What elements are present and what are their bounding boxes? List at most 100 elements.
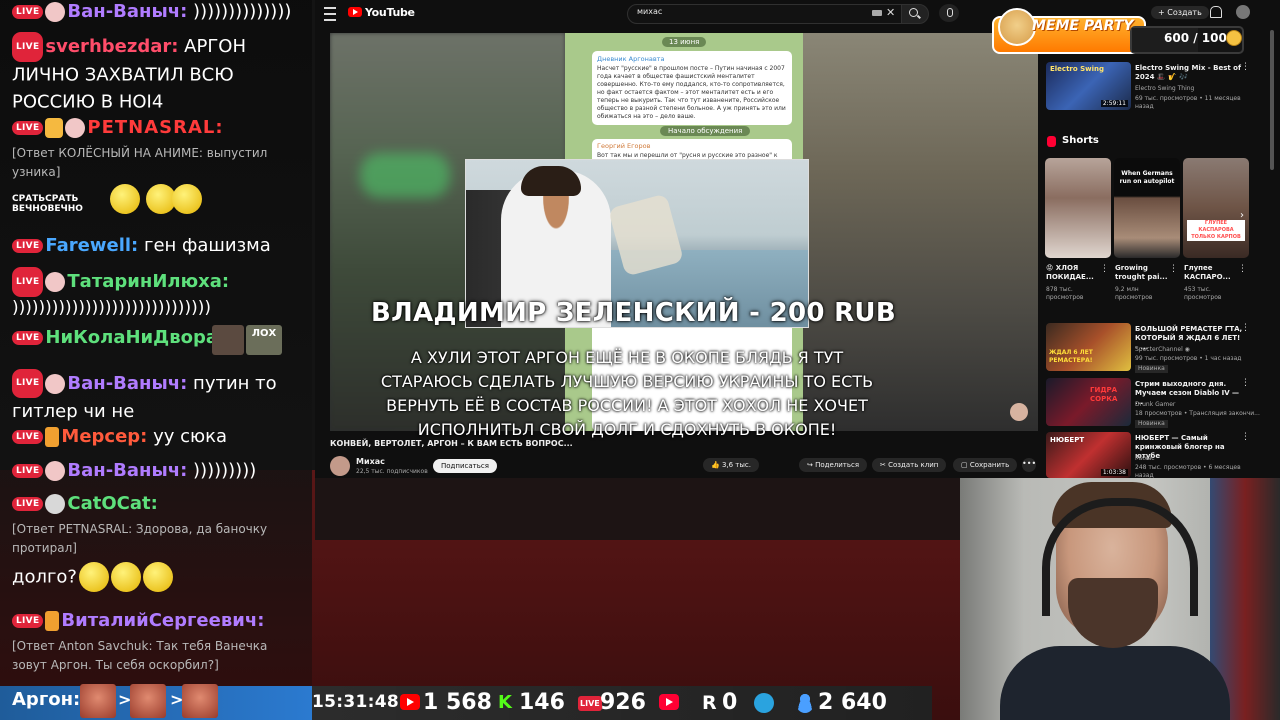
more-vertical-icon[interactable]: ⋮ <box>1238 264 1247 274</box>
channel-name[interactable]: Михас <box>356 457 385 466</box>
menu-icon[interactable] <box>324 7 336 21</box>
live-badge: LIVE <box>12 4 44 19</box>
stream-screen: YouTube михас ✕ + Создать 13 июня Дневни… <box>0 0 1280 720</box>
shorts-label: Shorts <box>1062 135 1099 146</box>
short-thumbnail[interactable]: ГЛУПЕЕ КАСПАРОВА ТОЛЬКО КАРПОВ <box>1183 158 1249 258</box>
more-actions-button[interactable]: ••• <box>1022 458 1036 472</box>
scrollbar[interactable] <box>1270 30 1274 170</box>
face-emote-icon <box>130 684 166 718</box>
sidebar-top-thumb-text: Electro Swing <box>1050 65 1105 73</box>
chat-nick: Ван-Ваныч: <box>67 460 188 481</box>
telegram-icon <box>754 693 774 713</box>
telegram-author: Дневник Аргонавта <box>597 55 665 63</box>
search-button[interactable] <box>901 4 929 24</box>
meme-party-widget: MEME PARTY 600 / 1000 <box>992 8 1248 54</box>
kick-count: 146 <box>519 690 565 715</box>
channel-subscribers: 22,5 тыс. подписчиков <box>356 468 428 475</box>
more-vertical-icon[interactable]: ⋮ <box>1241 378 1250 388</box>
share-button[interactable]: ↪ Поделиться <box>799 458 868 472</box>
sidebar-video-meta: 99 тыс. просмотров • 1 час назад <box>1135 355 1242 362</box>
chat-nick: sverhbezdar: <box>45 36 179 57</box>
sidebar-video-thumbnail[interactable]: ЖДАЛ 6 ЛЕТ РЕМАСТЕРА! <box>1046 323 1131 371</box>
live-badge: LIVE <box>12 32 44 62</box>
chat-message: LIVE sverhbezdar: АРГОН ЛИЧНО ЗАХВАТИЛ ВС… <box>12 32 304 115</box>
sidebar-video-channel: Михас <box>1135 455 1155 462</box>
live-count: 926 <box>600 690 646 715</box>
search-input[interactable] <box>627 4 903 24</box>
youtube-logo-text[interactable]: YouTube <box>365 6 415 19</box>
cat-emoji-icon <box>45 493 66 514</box>
clear-search-icon[interactable]: ✕ <box>886 6 895 19</box>
youtube-logo-icon[interactable] <box>348 7 362 17</box>
youtube-icon <box>400 694 420 710</box>
short-views: 453 тыс. просмотров <box>1184 286 1222 301</box>
pig-emoji-icon <box>45 272 66 292</box>
sidebar-video-thumbnail[interactable]: НЮБЕРТ 1:03:38 <box>1046 432 1131 478</box>
telegram-reply-author: Георгий Егоров <box>597 142 651 150</box>
live-badge: LIVE <box>12 496 44 511</box>
chat-nick: ТатаринИлюха: <box>67 271 230 292</box>
argon-label: Аргон: <box>12 689 81 710</box>
bolt-emoji-icon <box>45 610 60 631</box>
sidebar-top-title[interactable]: Electro Swing Mix - Best of 2024 🎩 🎷 🎶 <box>1135 64 1245 82</box>
face-emote-icon <box>80 684 116 718</box>
more-vertical-icon[interactable]: ⋮ <box>1100 264 1109 274</box>
short-title[interactable]: Глупее КАСПАРО... <box>1184 264 1244 282</box>
live-badge: LIVE <box>12 330 44 345</box>
like-button[interactable]: 👍 3,6 тыс. <box>703 458 759 472</box>
short-title[interactable]: 😡 ХЛОЯ ПОКИДАЕ... <box>1046 264 1106 282</box>
chat-text-row: долго? <box>12 562 304 592</box>
chat-text: )))))))))))))) <box>187 1 292 22</box>
short-views: 9,2 млн просмотров <box>1115 286 1153 301</box>
sidebar-video-duration: 1:03:38 <box>1100 469 1128 476</box>
face-emote-icon <box>212 325 244 355</box>
chat-message: LIVE Ван-Ваныч: )))))))))))))) <box>12 1 304 22</box>
keyboard-icon[interactable] <box>872 10 882 16</box>
chat-message: LIVE Farewell: ген фашизма <box>12 235 304 256</box>
more-vertical-icon[interactable]: ⋮ <box>1241 62 1250 72</box>
microphone-icon[interactable] <box>939 4 959 22</box>
chat-text: долго? <box>12 566 77 588</box>
pig-emoji-icon <box>45 460 66 481</box>
clip-label: Создать клип <box>888 461 939 469</box>
telegram-post-text: Насчет "русские" в прошлом посте – Путин… <box>597 65 786 120</box>
telegram-discussion-label: Начало обсуждения <box>660 126 751 136</box>
clip-button[interactable]: ✂ Создать клип <box>872 458 947 472</box>
shorts-icon <box>1047 136 1056 147</box>
sidebar-video-channel: SpecterChannel ◉ <box>1135 346 1190 353</box>
chat-nick: Ван-Ваныч: <box>67 373 188 394</box>
sidebar-top-duration: 2:59:11 <box>1100 100 1128 107</box>
chevron-right-icon[interactable]: › <box>1240 210 1244 221</box>
chat-panel: LIVE Ван-Ваныч: )))))))))))))) LIVE sverhb… <box>0 0 312 686</box>
sidebar-top-channel: Electro Swing Thing <box>1135 85 1195 92</box>
short-title[interactable]: Growing trought pai... <box>1115 264 1175 282</box>
chat-nick: CatOCat: <box>67 493 158 514</box>
more-vertical-icon[interactable]: ⋮ <box>1169 264 1178 274</box>
kick-icon: K <box>498 692 512 713</box>
more-vertical-icon[interactable]: ⋮ <box>1241 432 1250 442</box>
sidebar-video-thumbnail[interactable]: ГИДРА СОРКА <box>1046 378 1131 426</box>
telegram-date: 13 июня <box>662 37 707 47</box>
smile-emoji-icon <box>111 562 141 592</box>
sidebar-top-meta: 69 тыс. просмотров • 11 месяцев назад <box>1135 95 1241 110</box>
coin-icon <box>1226 30 1242 46</box>
more-vertical-icon[interactable]: ⋮ <box>1241 323 1250 333</box>
smile-emoji-icon <box>172 184 202 214</box>
channel-avatar[interactable] <box>330 456 350 476</box>
share-label: Поделиться <box>815 461 860 469</box>
short-thumbnail[interactable]: When Germans run on autopilot <box>1114 158 1180 258</box>
search-value[interactable]: михас <box>637 7 662 16</box>
chat-message: LIVE Мерсер: уу сюка <box>12 426 304 447</box>
short-thumbnail[interactable] <box>1045 158 1111 258</box>
subscribe-button[interactable]: Подписаться <box>433 459 497 473</box>
meme-party-score: 600 / 1000 <box>1164 31 1236 45</box>
users-count: 2 640 <box>818 690 887 715</box>
telegram-reply-text: Вот так мы и перешли от "русня и русские… <box>597 152 778 159</box>
save-button[interactable]: ▢ Сохранить <box>953 458 1018 472</box>
background-band <box>315 478 960 540</box>
smile-emoji-icon <box>110 184 140 214</box>
live-icon: LIVE <box>578 696 602 711</box>
sidebar-thumb-text: НЮБЕРТ <box>1050 436 1085 444</box>
sidebar-top-thumbnail[interactable]: Electro Swing 2:59:11 <box>1046 62 1131 110</box>
youtube-count: 1 568 <box>423 690 492 715</box>
